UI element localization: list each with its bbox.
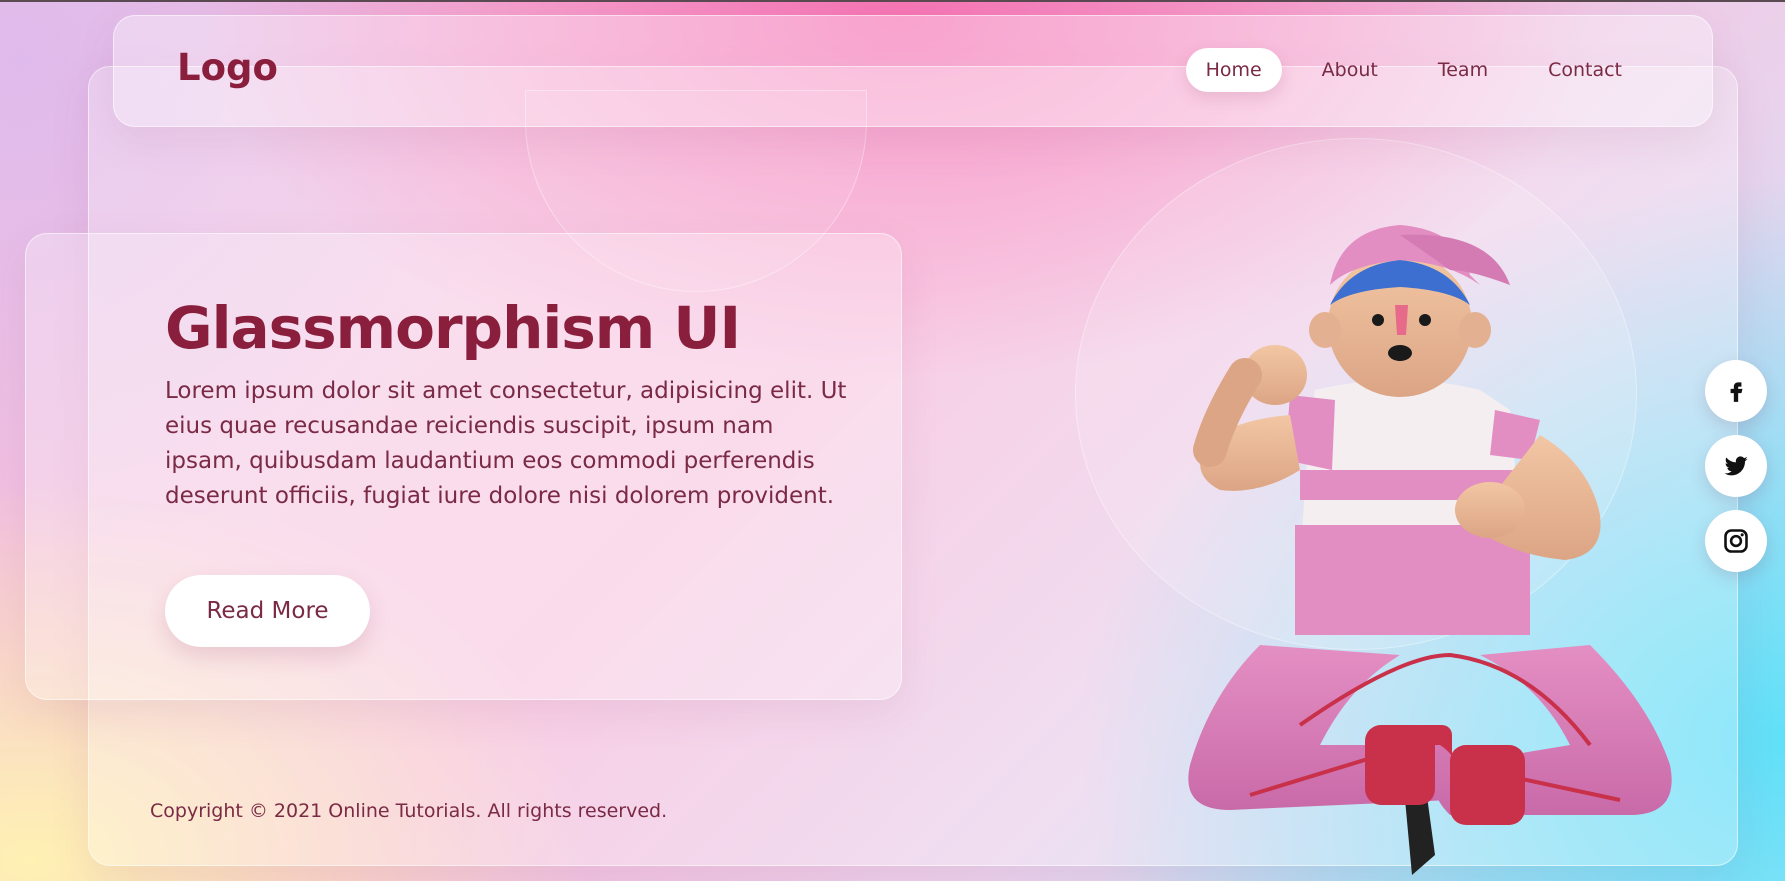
read-more-button[interactable]: Read More [165, 575, 370, 647]
facebook-icon [1730, 382, 1743, 402]
twitter-icon [1724, 456, 1748, 476]
hero-text: Lorem ipsum dolor sit amet consectetur, … [165, 378, 847, 509]
facebook-button[interactable] [1705, 360, 1767, 422]
nav-item-home[interactable]: Home [1185, 48, 1282, 92]
instagram-icon [1724, 529, 1748, 553]
character-illustration [1188, 225, 1672, 875]
copyright-text: Copyright © 2021 Online Tutorials. All r… [150, 800, 668, 822]
window-top-border [0, 0, 1785, 2]
nav-menu: Home About Team Contact [1185, 48, 1642, 92]
instagram-button[interactable] [1705, 510, 1767, 572]
nav-item-contact[interactable]: Contact [1528, 48, 1642, 92]
nav-item-team[interactable]: Team [1418, 48, 1508, 92]
navbar: Logo Home About Team Contact [113, 15, 1713, 127]
nav-item-about[interactable]: About [1302, 48, 1398, 92]
hero-card: Glassmorphism UI Lorem ipsum dolor sit a… [25, 233, 902, 700]
hero-title: Glassmorphism UI [165, 294, 741, 362]
logo[interactable]: Logo [177, 46, 278, 89]
twitter-button[interactable] [1705, 435, 1767, 497]
